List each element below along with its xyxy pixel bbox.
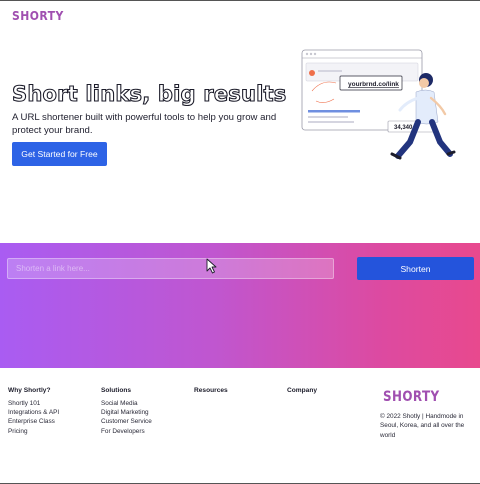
footer-link[interactable]: Digital Marketing (101, 408, 152, 417)
footer-link[interactable]: For Developers (101, 427, 152, 436)
get-started-button[interactable]: Get Started for Free (12, 142, 107, 166)
footer-heading[interactable]: Resources (194, 387, 228, 394)
illustration-stat-value: 34,340 (394, 125, 413, 131)
footer-column-company: Company (287, 387, 317, 399)
footer-column-solutions: Solutions Social Media Digital Marketing… (101, 387, 152, 436)
hero-title: Short links, big results (11, 81, 287, 106)
footer-link[interactable]: Social Media (101, 399, 152, 408)
footer-link[interactable]: Enterprise Class (8, 417, 59, 426)
url-input[interactable] (7, 258, 334, 279)
footer-link[interactable]: Integrations & API (8, 408, 59, 417)
footer-column-resources: Resources (194, 387, 228, 399)
window-top-border (0, 0, 480, 1)
hero-illustration: yourbrnd.co/link 34,340 (301, 49, 456, 160)
footer-link[interactable]: Pricing (8, 427, 59, 436)
mouse-cursor-icon (206, 258, 217, 274)
footer-copyright: © 2022 Shotly | Handmode in Seoul, Korea… (380, 413, 465, 439)
footer-heading: Solutions (101, 387, 132, 394)
shortener-band: Shorten (0, 243, 480, 368)
footer-link[interactable]: Shortly 101 (8, 399, 59, 408)
hero-subtitle: A URL shortener built with powerful tool… (12, 112, 277, 136)
footer-logo[interactable]: SHORTY (383, 389, 440, 405)
shorten-button[interactable]: Shorten (357, 257, 474, 280)
footer-column-why-shortly: Why Shortly? Shortly 101 Integrations & … (8, 387, 59, 436)
footer-heading: Why Shortly? (8, 387, 51, 394)
footer-link[interactable]: Customer Service (101, 417, 152, 426)
illustration-url-text: yourbrnd.co/link (348, 81, 399, 88)
header-logo[interactable]: SHORTY (12, 9, 64, 23)
footer-heading[interactable]: Company (287, 387, 317, 394)
